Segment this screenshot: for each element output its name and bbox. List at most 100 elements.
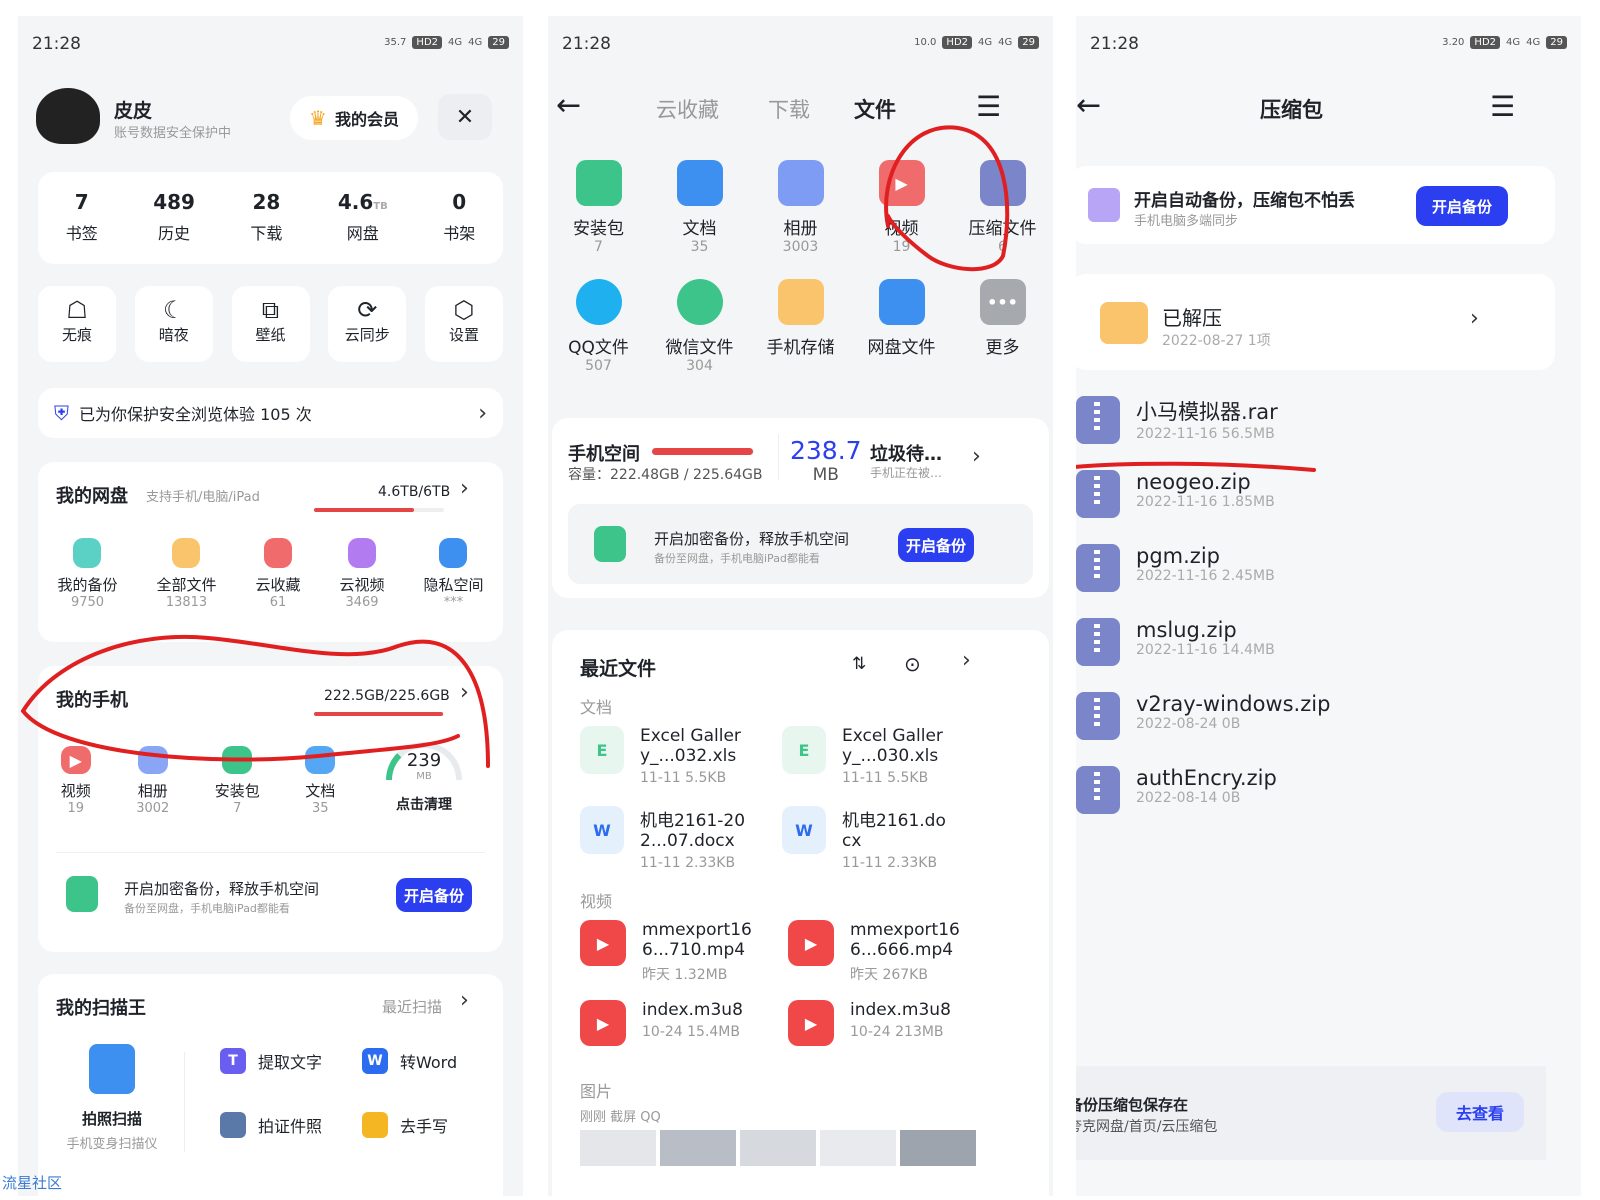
cat-more[interactable]: ••• 更多 <box>958 279 1048 374</box>
handwriting-icon <box>362 1112 388 1138</box>
stats-card: 7 书签 489 历史 28 下载 4.6TB 网盘 0 书架 <box>38 172 503 264</box>
folder-icon <box>777 279 824 325</box>
zip-file-item[interactable]: mslug.zip 2022-11-16 14.4MB <box>1076 618 1556 692</box>
view-button[interactable]: 去查看 <box>1436 1092 1524 1132</box>
cat-cloud-files[interactable]: 网盘文件 <box>857 279 947 374</box>
cloud-icon <box>878 279 925 325</box>
play-icon <box>347 538 376 568</box>
junk-size[interactable]: 238.7 MB <box>790 436 862 485</box>
eye-icon: ⊙ <box>904 652 921 676</box>
tool-dark[interactable]: ☾ 暗夜 <box>134 286 213 362</box>
stat-downloads[interactable]: 28 下载 <box>250 190 282 264</box>
zip-file-item[interactable]: 小马模拟器.rar 2022-11-16 56.5MB <box>1076 396 1556 470</box>
open-backup-button[interactable]: 开启备份 <box>898 528 974 562</box>
stat-history[interactable]: 489 历史 <box>153 190 195 264</box>
close-icon: ✕ <box>455 104 475 130</box>
menu-button[interactable]: ☰ <box>976 90 1001 123</box>
disk-item-all[interactable]: 全部文件 13813 <box>156 538 217 610</box>
chevron-right-icon[interactable]: › <box>460 680 469 705</box>
cat-apk[interactable]: 安装包 7 <box>554 160 644 255</box>
recent-video-item[interactable]: ▶ index.m3u8 10-24 15.4MB <box>580 1000 743 1046</box>
tool-sync[interactable]: ⟳ 云同步 <box>328 286 407 362</box>
cat-qq[interactable]: QQ文件 507 <box>554 279 644 374</box>
cat-video[interactable]: ▶ 视频 19 <box>857 160 947 255</box>
user-name[interactable]: 皮皮 <box>114 96 152 123</box>
phone-item-video[interactable]: ▶ 视频 19 <box>60 746 91 816</box>
cat-album[interactable]: 相册 3003 <box>756 160 846 255</box>
chevron-right-icon[interactable]: › <box>972 444 981 469</box>
view-button[interactable]: ⊙ <box>904 652 921 676</box>
document-icon <box>676 160 723 206</box>
zip-file-item[interactable]: neogeo.zip 2022-11-16 1.85MB <box>1076 470 1556 544</box>
cloud-fav-icon <box>263 538 292 568</box>
id-photo-icon <box>220 1112 246 1138</box>
tab-cloud-fav[interactable]: 云收藏 <box>656 94 719 124</box>
page-title: 压缩包 <box>1260 98 1323 122</box>
disk-title[interactable]: 我的网盘 <box>56 482 128 508</box>
bottom-bar: 备份压缩包保存在 夸克网盘/首页/云压缩包 去查看 <box>1076 1066 1546 1160</box>
image-thumbnails[interactable] <box>580 1130 976 1166</box>
arrow-left-icon: ← <box>556 88 582 123</box>
recent-doc-item[interactable]: W 机电2161-20 2...07.docx 11-11 2.33KB <box>580 806 745 871</box>
phone-item-apk[interactable]: 安装包 7 <box>215 746 260 816</box>
cat-doc[interactable]: 文档 35 <box>655 160 745 255</box>
stat-bookshelf[interactable]: 0 书架 <box>443 190 475 264</box>
avatar[interactable] <box>36 88 100 144</box>
zip-file-item[interactable]: v2ray-windows.zip 2022-08-24 0B <box>1076 692 1556 766</box>
disk-item-fav[interactable]: 云收藏 61 <box>255 538 301 610</box>
status-icons: 35.7 HD2 4G 4G 29 <box>384 36 509 49</box>
album-icon <box>137 746 168 774</box>
phone-usage-bar <box>314 712 444 716</box>
recent-doc-item[interactable]: E Excel Galler y_...030.xls 11-11 5.5KB <box>782 726 943 786</box>
menu-button[interactable]: ☰ <box>1490 90 1515 123</box>
open-backup-button[interactable]: 开启备份 <box>396 878 472 912</box>
recent-video-item[interactable]: ▶ mmexport16 6...666.mp4 昨天 267KB <box>788 920 960 984</box>
crown-icon: ♛ <box>309 106 327 130</box>
cat-wechat[interactable]: 微信文件 304 <box>655 279 745 374</box>
qq-icon <box>575 279 622 325</box>
zip-file-item[interactable]: pgm.zip 2022-11-16 2.45MB <box>1076 544 1556 618</box>
recent-video-item[interactable]: ▶ mmexport16 6...710.mp4 昨天 1.32MB <box>580 920 752 984</box>
tab-download[interactable]: 下载 <box>768 94 810 124</box>
tool-incognito[interactable]: ☖ 无痕 <box>38 286 116 362</box>
close-button[interactable]: ✕ <box>438 94 492 140</box>
zip-file-item[interactable]: authEncry.zip 2022-08-14 0B <box>1076 766 1556 840</box>
chevron-right-icon[interactable]: › <box>460 988 469 1013</box>
cat-zip[interactable]: 压缩文件 6 <box>958 160 1048 255</box>
wallpaper-icon: ⧉ <box>261 296 280 324</box>
sort-button[interactable]: ⇅ <box>852 654 866 674</box>
tool-settings[interactable]: ⬡ 设置 <box>425 286 503 362</box>
photo-scan-button[interactable]: 拍照扫描 手机变身扫描仪 <box>52 1044 172 1152</box>
back-button[interactable]: ← <box>1076 88 1101 123</box>
recent-doc-item[interactable]: E Excel Galler y_...032.xls 11-11 5.5KB <box>580 726 741 786</box>
scan-icon <box>89 1044 135 1094</box>
phone-item-doc[interactable]: 文档 35 <box>305 746 335 816</box>
stat-disk[interactable]: 4.6TB 网盘 <box>338 190 388 264</box>
back-button[interactable]: ← <box>556 88 581 123</box>
extracted-folder[interactable]: 已解压 2022-08-27 1项 › <box>1076 274 1555 370</box>
zip-icon <box>1088 188 1120 222</box>
open-backup-button[interactable]: 开启备份 <box>1416 186 1508 226</box>
scan-opt-handwriting[interactable]: 去手写 <box>362 1112 448 1138</box>
phone-item-album[interactable]: 相册 3002 <box>136 746 169 816</box>
clean-button[interactable]: 239 MB 点击清理 <box>374 742 474 814</box>
disk-item-video[interactable]: 云视频 3469 <box>339 538 385 610</box>
video-icon: ▶ <box>878 160 925 206</box>
scan-opt-text[interactable]: T 提取文字 <box>220 1048 322 1074</box>
tool-wallpaper[interactable]: ⧉ 壁纸 <box>231 286 310 362</box>
scan-opt-id[interactable]: 拍证件照 <box>220 1112 322 1138</box>
tab-files[interactable]: 文件 <box>854 94 896 124</box>
encrypt-backup-icon <box>66 876 98 912</box>
vip-button[interactable]: ♛ 我的会员 <box>290 96 418 140</box>
scan-opt-word[interactable]: W 转Word <box>362 1048 457 1074</box>
safe-banner[interactable]: ⛨ 已为你保护安全浏览体验 105 次 › <box>38 388 503 438</box>
cat-phone-storage[interactable]: 手机存储 <box>756 279 846 374</box>
disk-item-backup[interactable]: 我的备份 9750 <box>57 538 118 610</box>
recent-doc-item[interactable]: W 机电2161.do cx 11-11 2.33KB <box>782 806 946 871</box>
album-icon <box>777 160 824 206</box>
stat-bookmarks[interactable]: 7 书签 <box>66 190 98 264</box>
disk-item-private[interactable]: 隐私空间 *** <box>423 538 484 610</box>
recent-video-item[interactable]: ▶ index.m3u8 10-24 213MB <box>788 1000 951 1046</box>
chevron-right-icon[interactable]: › <box>962 648 971 673</box>
chevron-right-icon[interactable]: › <box>460 476 469 501</box>
